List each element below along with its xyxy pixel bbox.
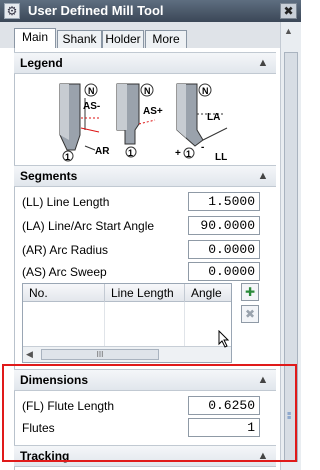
flutes-label: Flutes <box>22 421 55 435</box>
legend-label-la: LA <box>207 112 220 123</box>
legend-section-header[interactable]: Legend ▲ <box>14 52 276 74</box>
legend-label-ar: AR <box>95 146 110 157</box>
segments-table[interactable]: No. Line Length Angle ◀ III <box>22 283 232 363</box>
segments-title: Segments <box>20 169 78 183</box>
scroll-left-icon[interactable]: ◀ <box>26 349 33 360</box>
arc-sweep-label: (AS) Arc Sweep <box>22 265 107 279</box>
line-length-label: (LL) Line Length <box>22 195 110 209</box>
legend-label-n2: N <box>144 86 151 96</box>
title-bar: ⚙ User Defined Mill Tool ✖ <box>0 0 301 22</box>
scroll-thumb[interactable]: III <box>41 349 159 360</box>
gear-icon[interactable]: ⚙ <box>4 3 20 19</box>
chevron-up-icon[interactable]: ▲ <box>256 169 270 183</box>
arc-radius-field[interactable]: 0.0000 <box>188 240 260 259</box>
legend-label-plus: + <box>175 148 181 159</box>
legend-label-n3: N <box>202 86 209 96</box>
scroll-grip-icon: ≡ ≡ <box>287 411 292 422</box>
column-header-no[interactable]: No. <box>23 284 105 302</box>
tab-main[interactable]: Main <box>14 28 56 49</box>
tab-holder[interactable]: Holder <box>102 30 144 48</box>
tracking-section-header[interactable]: Tracking ▲ <box>14 445 276 467</box>
window-title: User Defined Mill Tool <box>28 3 164 18</box>
tool-profile-2: N AS+ 1 <box>116 83 163 158</box>
vertical-scrollbar[interactable]: ▲ ≡ ≡ <box>280 22 301 470</box>
chevron-up-icon[interactable]: ▲ <box>256 449 270 463</box>
start-angle-field[interactable]: 90.0000 <box>188 216 260 235</box>
column-header-angle[interactable]: Angle <box>185 284 231 302</box>
legend-label-as-minus: AS- <box>83 101 100 112</box>
flute-length-label: (FL) Flute Length <box>22 399 115 413</box>
horizontal-scrollbar[interactable]: ◀ III <box>23 346 231 362</box>
flutes-field[interactable]: 1 <box>188 418 260 437</box>
tab-more[interactable]: More <box>145 30 187 48</box>
table-column <box>23 302 105 346</box>
legend-title: Legend <box>20 56 63 70</box>
add-row-icon[interactable]: ✚ <box>241 283 259 301</box>
tab-shank[interactable]: Shank <box>57 30 102 48</box>
chevron-up-icon[interactable]: ▲ <box>256 373 270 387</box>
tab-bar: Main Shank Holder More <box>0 22 280 49</box>
close-icon[interactable]: ✖ <box>280 3 297 19</box>
tracking-title: Tracking <box>20 449 70 463</box>
segments-section-header[interactable]: Segments ▲ <box>14 165 276 187</box>
arc-radius-label: (AR) Arc Radius <box>22 243 109 257</box>
legend-label-one-a: 1 <box>65 152 70 162</box>
dimensions-title: Dimensions <box>20 373 89 387</box>
column-header-line-length[interactable]: Line Length <box>105 284 185 302</box>
mouse-cursor-icon <box>218 330 230 348</box>
flute-length-field[interactable]: 0.6250 <box>188 396 260 415</box>
line-length-field[interactable]: 1.5000 <box>188 192 260 211</box>
tool-profile-3: N LA LL + 1 - <box>175 83 228 162</box>
legend-label-as-plus: AS+ <box>143 106 163 117</box>
legend-label-ll: LL <box>215 152 227 162</box>
dimensions-section-header[interactable]: Dimensions ▲ <box>14 369 276 391</box>
start-angle-label: (LA) Line/Arc Start Angle <box>22 219 155 233</box>
legend-diagram: N AS- AR 1 N AS+ 1 N LA LL + 1 - <box>59 83 228 162</box>
legend-label-one-c: 1 <box>186 149 191 159</box>
delete-row-icon[interactable]: ✖ <box>241 305 259 323</box>
legend-label-n1: N <box>88 86 95 96</box>
legend-label-one-b: 1 <box>128 148 133 158</box>
scroll-thumb[interactable]: ≡ ≡ <box>284 52 298 462</box>
tool-profile-1: N AS- AR 1 <box>59 83 110 162</box>
legend-label-minus: - <box>201 142 204 153</box>
scroll-up-icon[interactable]: ▲ <box>284 26 293 36</box>
table-column <box>105 302 185 346</box>
chevron-up-icon[interactable]: ▲ <box>256 56 270 70</box>
arc-sweep-field[interactable]: 0.0000 <box>188 262 260 281</box>
